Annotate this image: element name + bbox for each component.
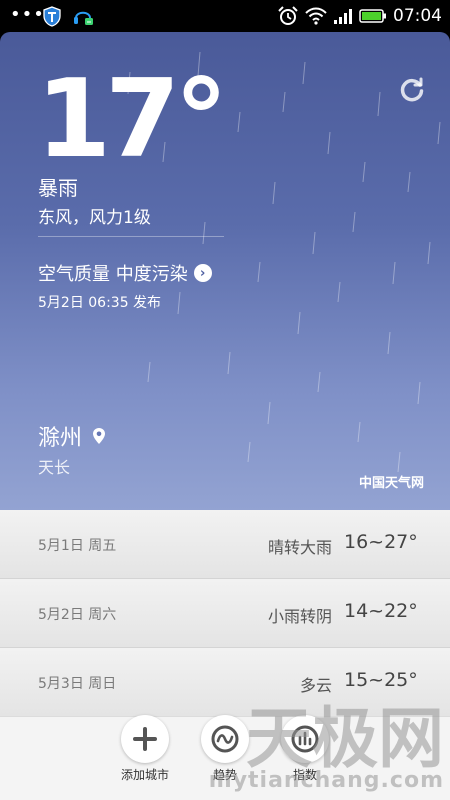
forecast-list: 5月1日 周五 晴转大雨 16~27° 5月2日 周六 小雨转阴 14~22° … <box>0 510 450 717</box>
headset-icon <box>74 11 93 25</box>
forecast-row[interactable]: 5月3日 周日 多云 15~25° <box>0 648 450 717</box>
bottom-action-bar: 添加城市 趋势 指数 <box>0 715 450 800</box>
publish-time: 5月2日 06:35 发布 <box>38 295 162 311</box>
city-name: 滁州 <box>38 426 83 451</box>
district-name: 天长 <box>38 458 71 477</box>
trend-icon <box>201 715 249 763</box>
add-city-button[interactable]: 添加城市 <box>110 715 180 800</box>
index-button[interactable]: 指数 <box>270 715 340 800</box>
forecast-condition: 多云 <box>299 676 332 695</box>
air-quality-label: 空气质量 中度污染 <box>38 264 188 285</box>
signal-icon <box>334 9 352 24</box>
air-quality-link[interactable]: 空气质量 中度污染 › <box>38 260 212 286</box>
weather-panel: 17° 暴雨 东风，风力1级 空气质量 中度污染 › 5月2日 06:35 发布… <box>0 32 450 510</box>
forecast-date: 5月2日 周六 <box>38 607 117 623</box>
forecast-condition: 晴转大雨 <box>267 538 332 557</box>
forecast-row[interactable]: 5月1日 周五 晴转大雨 16~27° <box>0 510 450 579</box>
forecast-row[interactable]: 5月2日 周六 小雨转阴 14~22° <box>0 579 450 648</box>
location-pin-icon <box>93 428 106 444</box>
add-icon <box>121 715 169 763</box>
forecast-temp-range: 16~27° <box>344 531 418 553</box>
more-notifications-icon: ••• <box>10 4 45 25</box>
city-name-row[interactable]: 滁州 <box>38 420 106 452</box>
wind-info: 东风，风力1级 <box>38 208 151 228</box>
divider <box>38 236 224 237</box>
battery-icon <box>359 9 386 23</box>
status-bar: ••• 07:04 <box>0 0 450 32</box>
forecast-temp-range: 15~25° <box>344 669 418 691</box>
wifi-icon <box>305 7 327 25</box>
index-label: 指数 <box>292 768 317 782</box>
weather-condition: 暴雨 <box>38 176 78 200</box>
forecast-condition: 小雨转阴 <box>267 607 332 626</box>
current-temperature: 17° <box>36 57 228 182</box>
alarm-icon <box>278 6 298 25</box>
trend-label: 趋势 <box>212 768 237 782</box>
chevron-right-icon: › <box>193 264 212 282</box>
forecast-date: 5月1日 周五 <box>38 538 117 554</box>
add-city-label: 添加城市 <box>120 768 169 782</box>
trend-button[interactable]: 趋势 <box>190 715 260 800</box>
forecast-date: 5月3日 周日 <box>38 676 117 692</box>
forecast-temp-range: 14~22° <box>344 600 418 622</box>
refresh-icon[interactable] <box>398 76 426 104</box>
data-source-label: 中国天气网 <box>358 476 424 491</box>
security-shield-icon <box>43 6 61 27</box>
clock: 07:04 <box>393 6 442 26</box>
index-icon <box>281 715 329 763</box>
